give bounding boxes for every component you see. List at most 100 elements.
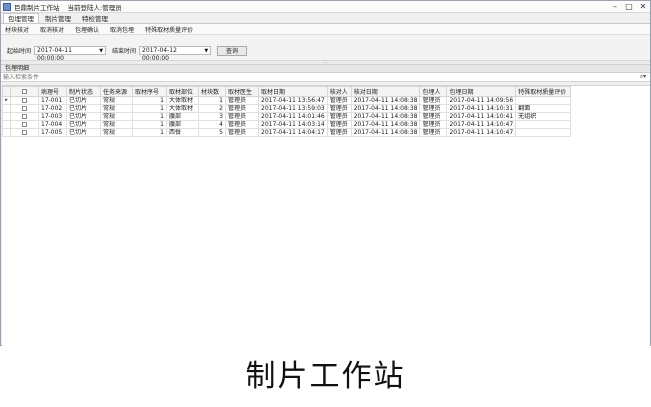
search-row: ⌕▾ [1, 73, 650, 82]
table-cell [515, 120, 572, 129]
table-cell: 2017-04-11 13:56:47 [258, 96, 328, 105]
table-cell: 腹部 [166, 120, 199, 129]
row-indicator: ▸ [2, 96, 11, 105]
table-row[interactable]: 17-002 已切片 常规 1 大体取材 2 管理员 2017-04-11 13:59:03 管… [2, 104, 572, 113]
row-checkbox[interactable] [10, 104, 39, 113]
table-cell: 4 [198, 120, 226, 129]
cancel-embedding-button[interactable]: 取消包埋 [110, 25, 134, 34]
quality-evaluation-button[interactable]: 特殊取材质量评价 [145, 25, 193, 34]
table-cell: 常规 [100, 120, 133, 129]
filter-bar: 起始时间 2017-04-11 00:00:00 ▼ 结束时间 2017-04-1… [1, 35, 650, 62]
tab-special-test[interactable]: 特检管理 [77, 13, 113, 23]
table-row[interactable]: 17-005 已切片 常规 1 西餐 5 管理员 2017-04-11 14:04:17 管理员… [2, 128, 572, 137]
current-user-label: 当前登陆人:管理员 [67, 3, 122, 12]
column-header[interactable]: 材块数 [198, 86, 226, 97]
column-header[interactable]: 任务来源 [100, 86, 133, 97]
table-cell: 2 [198, 104, 226, 113]
column-header[interactable]: 包埋人 [419, 86, 448, 97]
table-cell: 管理员 [326, 112, 352, 121]
tab-slide[interactable]: 制片管理 [40, 13, 76, 23]
close-icon[interactable]: ✕ [636, 1, 650, 13]
cancel-verify-button[interactable]: 取消核对 [40, 25, 64, 34]
table-cell: 管理员 [419, 112, 448, 121]
row-checkbox[interactable] [10, 120, 39, 129]
table-cell: 2017-04-11 14:10:31 [446, 104, 517, 113]
query-button[interactable]: 查询 [217, 45, 248, 56]
confirm-embedding-button[interactable]: 包埋确认 [75, 25, 99, 34]
table-cell: 管理员 [419, 128, 448, 137]
chevron-down-icon: ▼ [204, 48, 209, 54]
row-indicator [2, 112, 11, 121]
table-cell: 17-001 [38, 96, 67, 105]
table-cell: 2017-04-11 14:08:38 [350, 112, 421, 121]
action-toolbar: 材块核对 取消核对 包埋确认 取消包埋 特殊取材质量评价 [1, 24, 650, 35]
table-cell: 翻面 [515, 104, 572, 113]
table-cell: 2017-04-11 14:09:56 [446, 96, 517, 105]
column-header[interactable]: 取材序号 [132, 86, 167, 97]
end-time-picker[interactable]: 2017-04-12 00:00:00 ▼ [139, 46, 212, 62]
start-time-picker[interactable]: 2017-04-11 00:00:00 ▼ [34, 46, 107, 62]
app-window: 巨鼎制片工作站 当前登陆人:管理员 – □ ✕ 包埋管理 制片管理 特检管理 材… [0, 0, 651, 346]
column-header[interactable]: 包埋日期 [446, 86, 517, 97]
table-cell: 1 [132, 96, 167, 105]
column-header[interactable]: 特殊取材质量评价 [515, 86, 572, 97]
row-checkbox[interactable] [10, 128, 39, 137]
table-cell: 2017-04-11 14:01:46 [258, 112, 328, 121]
data-grid: 病理号 制片状态 任务来源 取材序号 取材部位 材块数 取材医生 取材日期 核对… [2, 85, 650, 346]
table-cell: 管理员 [326, 120, 352, 129]
table-cell: 大体取材 [166, 104, 199, 113]
table-cell: 1 [132, 120, 167, 129]
table-cell: 管理员 [419, 104, 448, 113]
table-cell: 管理员 [419, 96, 448, 105]
row-checkbox[interactable] [10, 112, 39, 121]
table-cell: 常规 [100, 128, 133, 137]
table-cell: 管理员 [225, 96, 259, 105]
table-cell: 2017-04-11 14:08:38 [350, 128, 421, 137]
table-cell: 常规 [100, 96, 133, 105]
table-header-row: 病理号 制片状态 任务来源 取材序号 取材部位 材块数 取材医生 取材日期 核对… [2, 86, 572, 97]
tab-embedding[interactable]: 包埋管理 [3, 13, 39, 23]
column-header[interactable]: 制片状态 [66, 86, 101, 97]
table-row[interactable]: 17-004 已切片 常规 1 腹部 4 管理员 2017-04-11 14:03:14 管理员… [2, 120, 572, 129]
column-header[interactable]: 核对日期 [350, 86, 421, 97]
search-input[interactable] [3, 73, 636, 81]
column-header[interactable]: 核对人 [326, 86, 352, 97]
table-row[interactable]: 17-003 已切片 常规 1 腹部 3 管理员 2017-04-11 14:01:46 管理员… [2, 112, 572, 121]
table-cell: 已切片 [66, 96, 101, 105]
table-cell: 大体取材 [166, 96, 199, 105]
search-icon[interactable]: ⌕▾ [636, 73, 650, 81]
column-header[interactable]: 取材医生 [225, 86, 259, 97]
column-header[interactable]: 病理号 [38, 86, 67, 97]
table-cell: 常规 [100, 104, 133, 113]
column-header[interactable]: 取材日期 [258, 86, 328, 97]
table-cell: 17-005 [38, 128, 67, 137]
column-header[interactable]: 取材部位 [166, 86, 199, 97]
maximize-icon[interactable]: □ [622, 1, 636, 13]
app-icon [3, 2, 11, 11]
table-cell: 已切片 [66, 104, 101, 113]
table-cell: 管理员 [225, 104, 259, 113]
row-indicator [2, 104, 11, 113]
table-cell: 常规 [100, 112, 133, 121]
table-cell: 2017-04-11 14:03:14 [258, 120, 328, 129]
end-time-label: 结束时间 [112, 48, 137, 55]
select-all-checkbox[interactable] [10, 86, 39, 97]
table-cell: 管理员 [326, 128, 352, 137]
title-bar: 巨鼎制片工作站 当前登陆人:管理员 – □ ✕ [1, 1, 650, 13]
table-cell: 2017-04-11 14:10:47 [446, 128, 517, 137]
verify-button[interactable]: 材块核对 [5, 25, 29, 34]
table-cell: 1 [132, 104, 167, 113]
app-title: 巨鼎制片工作站 [14, 3, 60, 12]
group-header: 包埋明细 [1, 65, 650, 73]
table-cell: 2017-04-11 14:08:38 [350, 120, 421, 129]
table-cell: 西餐 [166, 128, 199, 137]
table-row[interactable]: ▸ 17-001 已切片 常规 1 大体取材 1 管理员 2017-04-11 13:56:47… [2, 96, 572, 105]
main-tabs: 包埋管理 制片管理 特检管理 [1, 13, 650, 24]
row-indicator-header [2, 86, 11, 97]
row-checkbox[interactable] [10, 96, 39, 105]
table-cell: 1 [132, 112, 167, 121]
minimize-icon[interactable]: – [608, 1, 622, 13]
caption: 制片工作站 [245, 359, 406, 394]
table-cell [515, 128, 572, 137]
table-cell: 腹部 [166, 112, 199, 121]
